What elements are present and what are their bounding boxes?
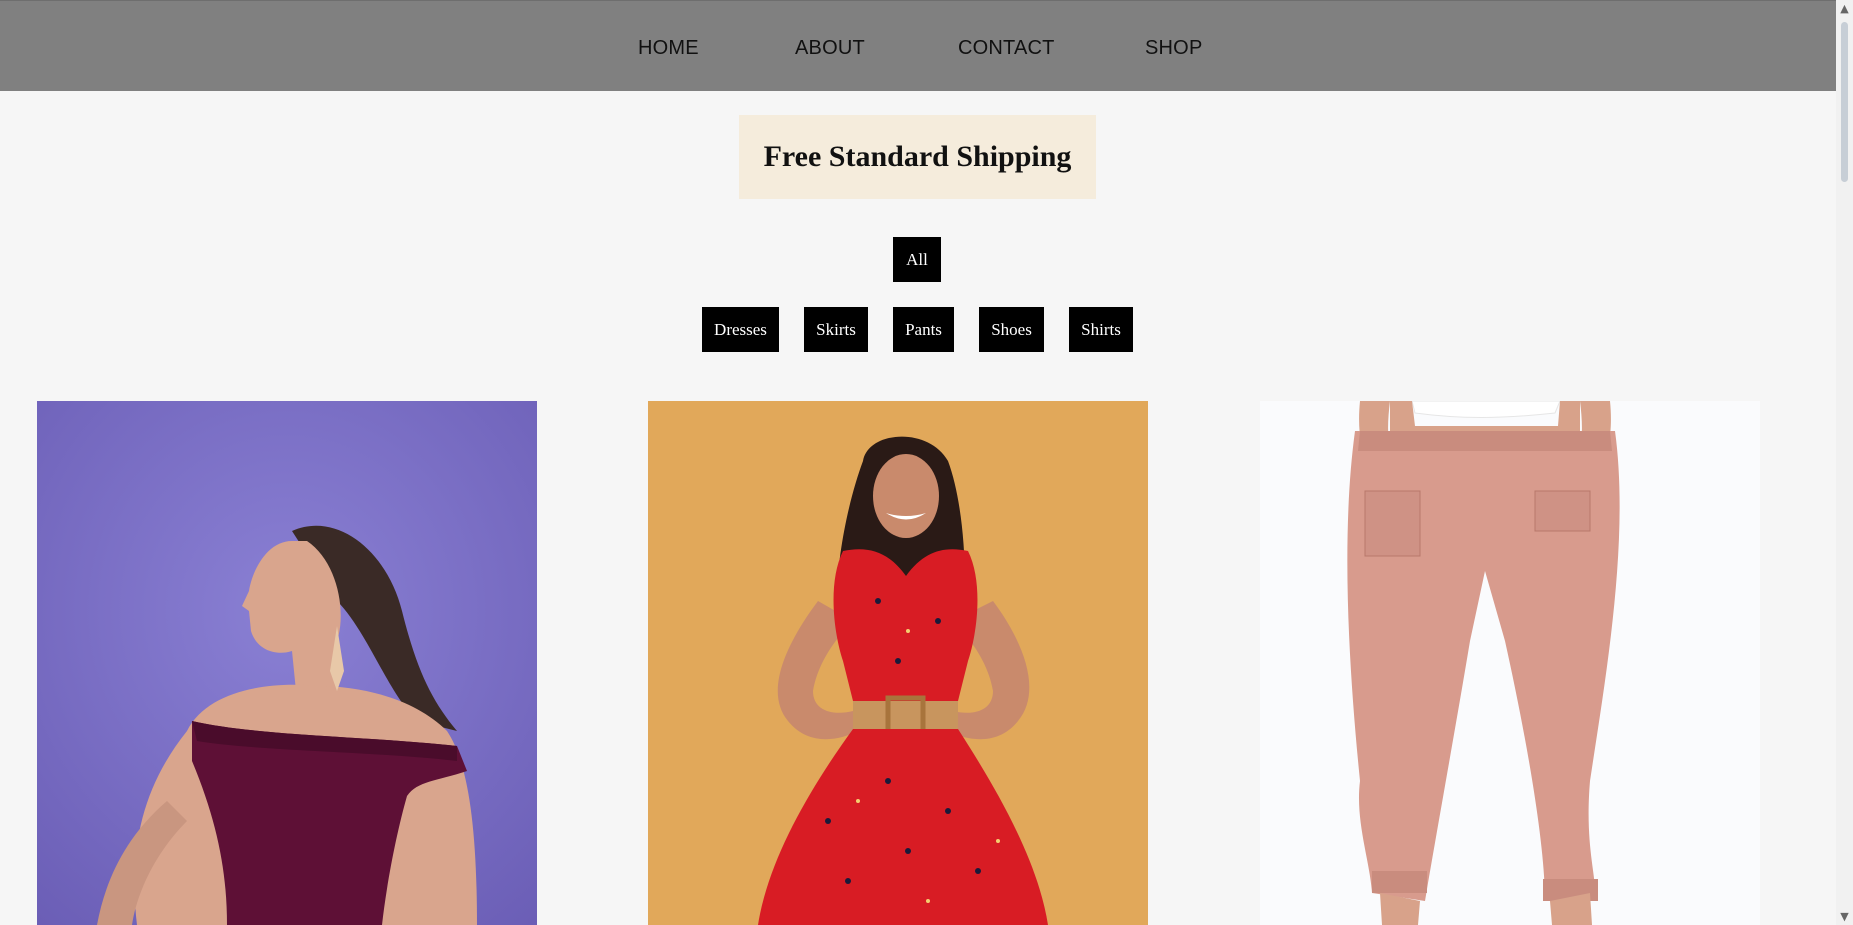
- filter-skirts-button[interactable]: Skirts: [804, 307, 868, 352]
- filter-shoes-button[interactable]: Shoes: [979, 307, 1044, 352]
- product-card-1[interactable]: [37, 401, 537, 925]
- page-scrollbar[interactable]: ▲ ▼: [1836, 0, 1853, 925]
- nav-home-link[interactable]: HOME: [638, 37, 699, 60]
- product-card-2[interactable]: [648, 401, 1148, 925]
- shipping-banner-text: Free Standard Shipping: [763, 140, 1072, 173]
- product-image-red-dress: [648, 401, 1148, 925]
- product-image-pink-pants: [1260, 401, 1760, 925]
- filter-dresses-button[interactable]: Dresses: [702, 307, 779, 352]
- scrollbar-thumb[interactable]: [1841, 22, 1848, 182]
- product-card-3[interactable]: [1260, 401, 1760, 925]
- filter-all-button[interactable]: All: [893, 237, 941, 282]
- nav-about-link[interactable]: ABOUT: [795, 37, 865, 60]
- chevron-up-icon[interactable]: ▲: [1836, 0, 1853, 17]
- filter-pants-button[interactable]: Pants: [893, 307, 954, 352]
- nav-shop-link[interactable]: SHOP: [1145, 37, 1202, 60]
- filter-shirts-button[interactable]: Shirts: [1069, 307, 1133, 352]
- chevron-down-icon[interactable]: ▼: [1836, 908, 1853, 925]
- product-image-purple-dress: [37, 401, 537, 925]
- shipping-banner: Free Standard Shipping: [739, 115, 1096, 199]
- top-navbar: HOME ABOUT CONTACT SHOP: [0, 0, 1836, 91]
- nav-contact-link[interactable]: CONTACT: [958, 37, 1055, 60]
